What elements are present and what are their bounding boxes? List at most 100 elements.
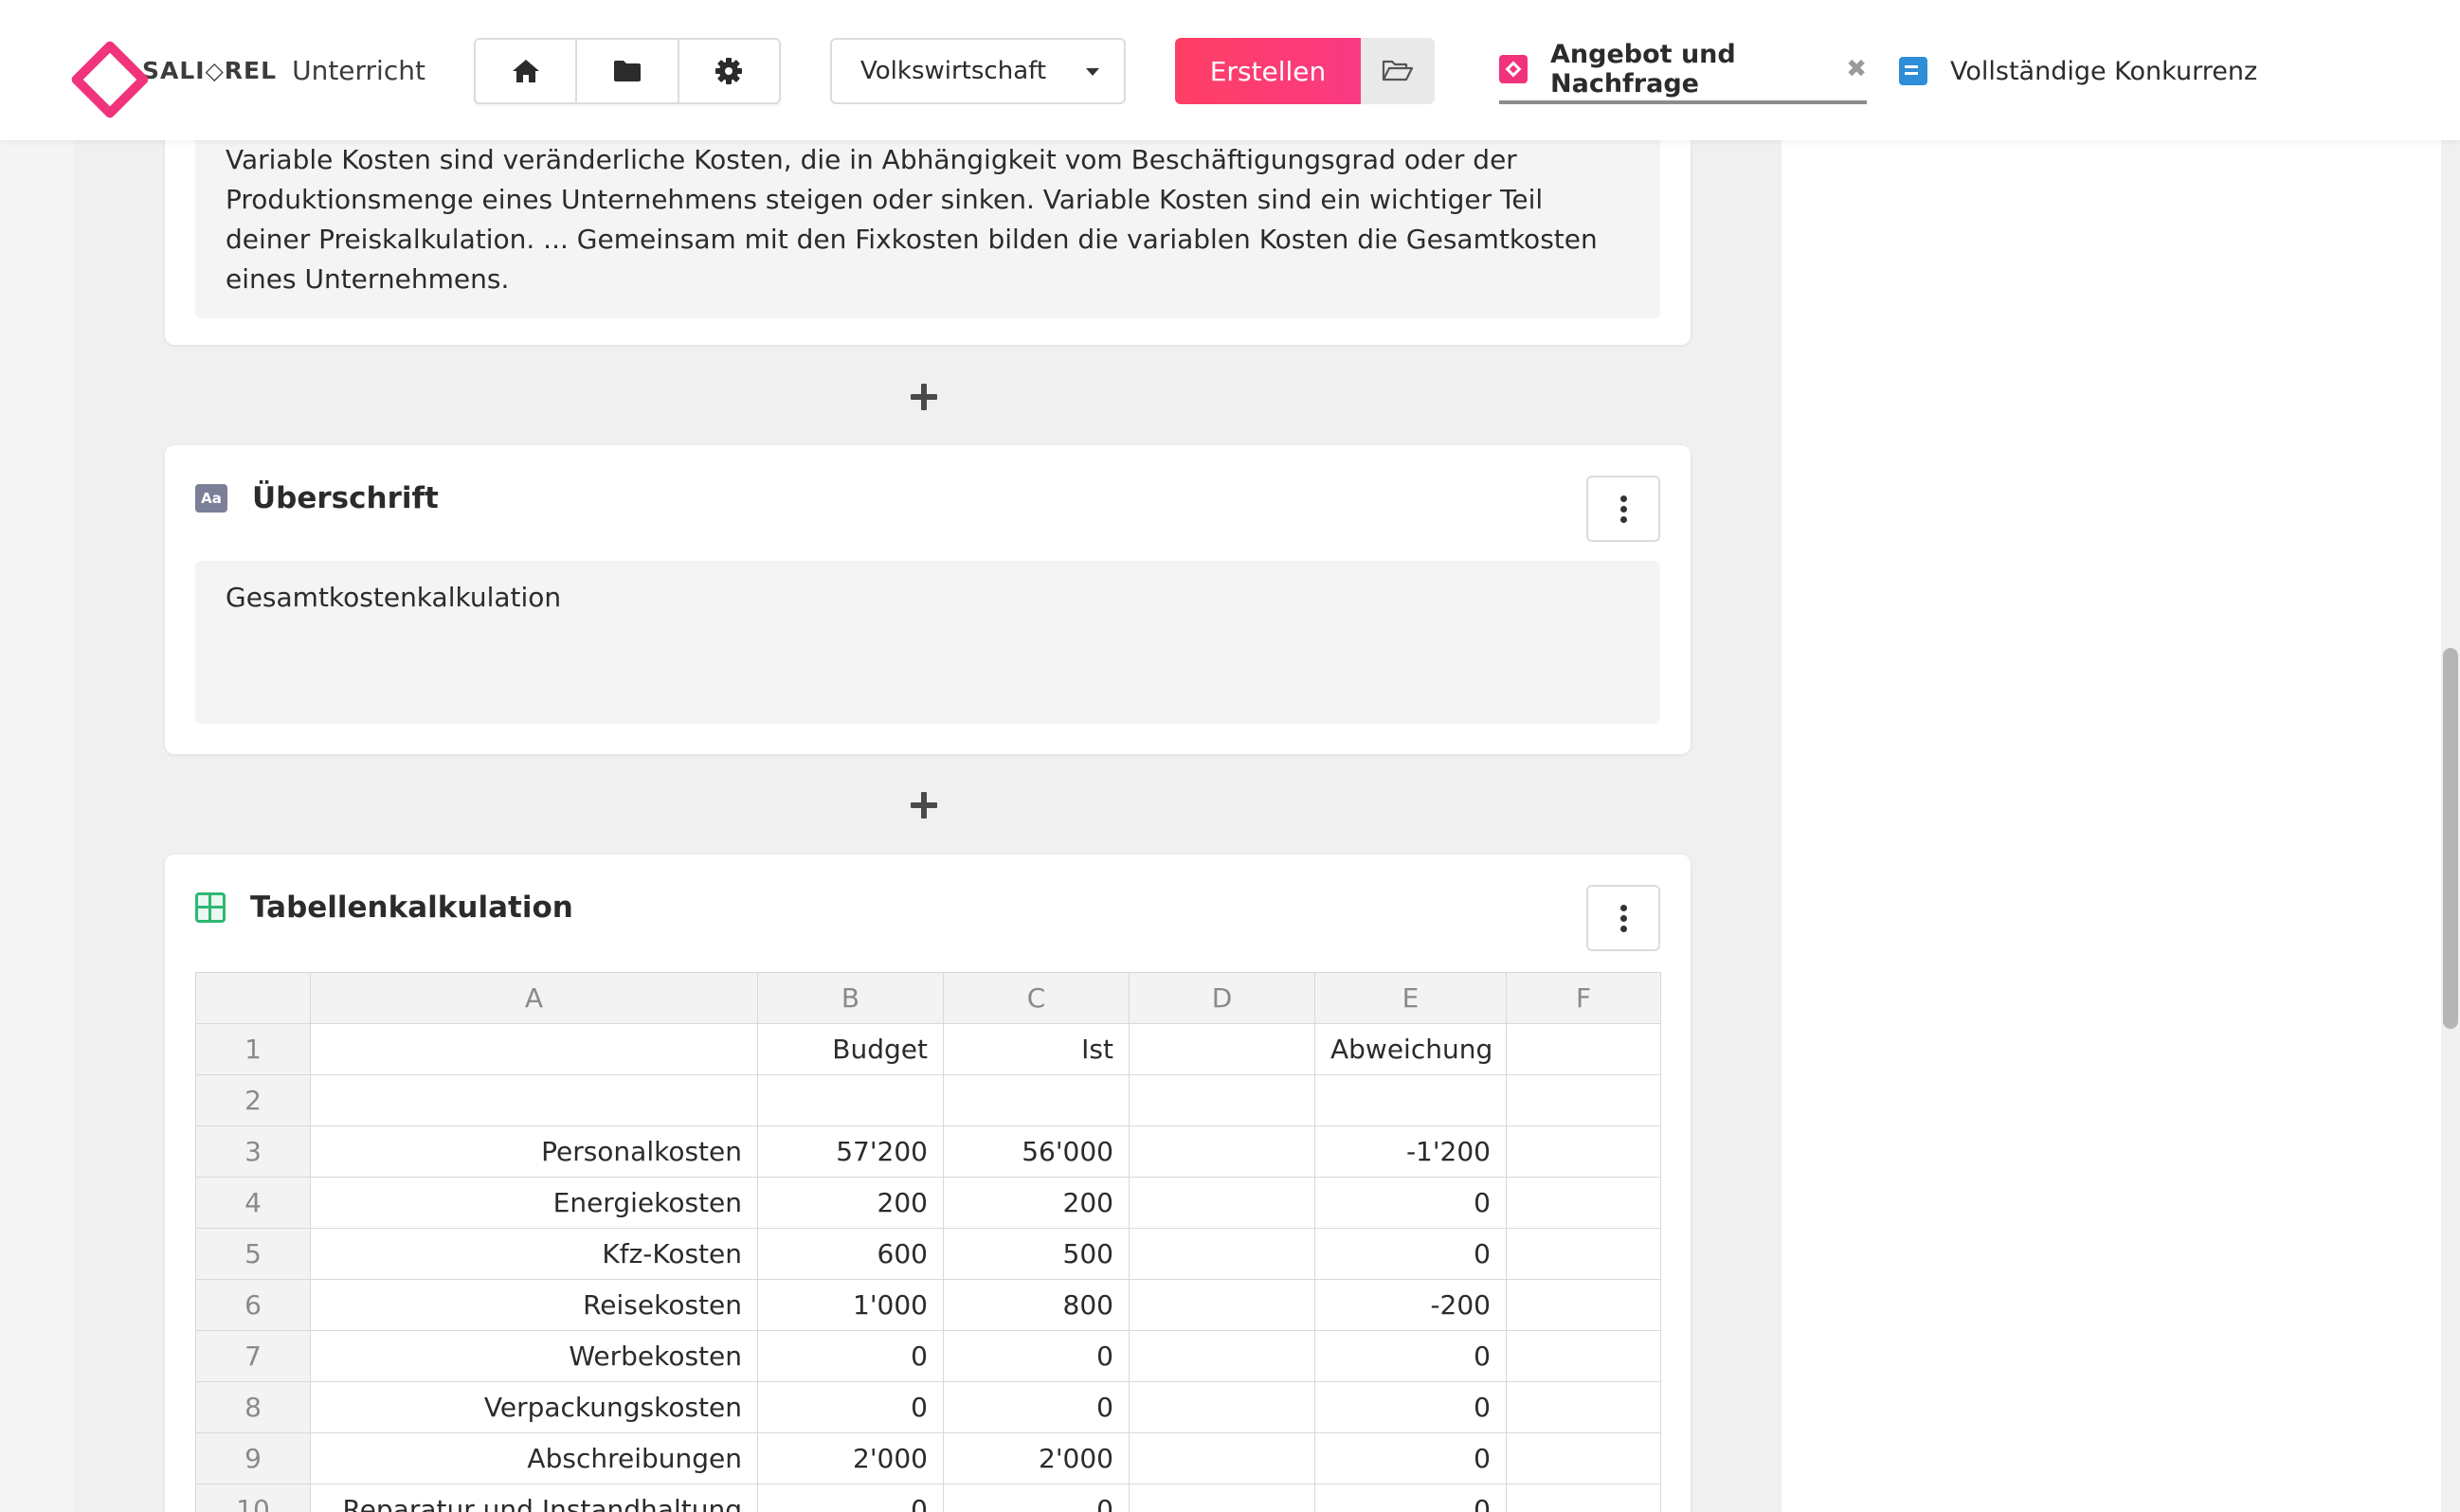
cell-b[interactable] [757, 1074, 944, 1126]
cell-a[interactable]: Werbekosten [310, 1330, 758, 1382]
cell-a[interactable]: Personalkosten [310, 1125, 758, 1178]
cell-a[interactable]: Energiekosten [310, 1177, 758, 1229]
cell-f[interactable] [1506, 1484, 1661, 1512]
folder-open-icon [1382, 60, 1414, 81]
cell-b[interactable]: Budget [757, 1023, 944, 1075]
cell-b[interactable]: 2'000 [757, 1432, 944, 1485]
scrollbar-thumb[interactable] [2443, 648, 2458, 1029]
cell-d[interactable] [1129, 1381, 1315, 1433]
logo[interactable]: SALI◇REL Unterricht [74, 44, 425, 97]
cell-c[interactable]: 56'000 [943, 1125, 1130, 1178]
more-options-button[interactable] [1586, 885, 1660, 951]
close-icon[interactable]: ✖ [1846, 55, 1867, 83]
text-block-body[interactable]: Variable Kosten sind veränderliche Koste… [195, 131, 1660, 318]
cell-c[interactable]: 0 [943, 1330, 1130, 1382]
cell-d[interactable] [1129, 1279, 1315, 1331]
cell-a[interactable] [310, 1074, 758, 1126]
add-block-plus-icon[interactable] [908, 789, 940, 821]
home-button[interactable] [476, 40, 578, 102]
column-header-d[interactable]: D [1129, 972, 1315, 1024]
column-header-f[interactable]: F [1506, 972, 1661, 1024]
row-header[interactable]: 3 [195, 1125, 311, 1178]
cell-e[interactable]: -1'200 [1314, 1125, 1507, 1178]
column-header-c[interactable]: C [943, 972, 1130, 1024]
cell-e[interactable]: 0 [1314, 1330, 1507, 1382]
heading-input[interactable]: Gesamtkostenkalkulation [195, 561, 1660, 724]
add-block-plus-icon[interactable] [908, 381, 940, 413]
cell-d[interactable] [1129, 1177, 1315, 1229]
more-options-button[interactable] [1586, 476, 1660, 542]
folder-button[interactable] [577, 40, 679, 102]
cell-b[interactable]: 0 [757, 1330, 944, 1382]
cell-d[interactable] [1129, 1330, 1315, 1382]
row-header[interactable]: 9 [195, 1432, 311, 1485]
cell-a[interactable]: Reisekosten [310, 1279, 758, 1331]
cell-b[interactable]: 0 [757, 1381, 944, 1433]
cell-c[interactable]: 200 [943, 1177, 1130, 1229]
column-header-b[interactable]: B [757, 972, 944, 1024]
create-button[interactable]: Erstellen [1175, 38, 1361, 104]
tab-angebot-und-nachfrage[interactable]: Angebot und Nachfrage ✖ [1499, 38, 1867, 104]
row-header[interactable]: 8 [195, 1381, 311, 1433]
cell-e[interactable]: 0 [1314, 1228, 1507, 1280]
cell-f[interactable] [1506, 1074, 1661, 1126]
top-bar: SALI◇REL Unterricht Volkswirtschaft Erst… [0, 0, 2460, 140]
cell-f[interactable] [1506, 1381, 1661, 1433]
cell-c[interactable]: 2'000 [943, 1432, 1130, 1485]
cell-c[interactable] [943, 1074, 1130, 1126]
cell-e[interactable]: Abweichung [1314, 1023, 1507, 1075]
cell-b[interactable]: 0 [757, 1484, 944, 1512]
cell-b[interactable]: 200 [757, 1177, 944, 1229]
cell-e[interactable]: 0 [1314, 1381, 1507, 1433]
cell-f[interactable] [1506, 1125, 1661, 1178]
tab-vollstaendige-konkurrenz[interactable]: Vollständige Konkurrenz [1899, 38, 2257, 104]
column-header-a[interactable]: A [310, 972, 758, 1024]
cell-a[interactable] [310, 1023, 758, 1075]
left-gutter [0, 140, 74, 1512]
cell-d[interactable] [1129, 1074, 1315, 1126]
cell-e[interactable]: 0 [1314, 1484, 1507, 1512]
cell-f[interactable] [1506, 1330, 1661, 1382]
cell-c[interactable]: 0 [943, 1381, 1130, 1433]
row-header[interactable]: 1 [195, 1023, 311, 1075]
cell-f[interactable] [1506, 1279, 1661, 1331]
cell-b[interactable]: 600 [757, 1228, 944, 1280]
cell-f[interactable] [1506, 1023, 1661, 1075]
corner-cell[interactable] [195, 972, 311, 1024]
settings-button[interactable] [679, 40, 779, 102]
cell-e[interactable] [1314, 1074, 1507, 1126]
cell-a[interactable]: Kfz-Kosten [310, 1228, 758, 1280]
cell-d[interactable] [1129, 1125, 1315, 1178]
cell-d[interactable] [1129, 1484, 1315, 1512]
column-header-e[interactable]: E [1314, 972, 1507, 1024]
cell-c[interactable]: Ist [943, 1023, 1130, 1075]
row-header[interactable]: 6 [195, 1279, 311, 1331]
table-row: 6 Reisekosten 1'000 800 -200 [195, 1279, 1661, 1331]
cell-a[interactable]: Verpackungskosten [310, 1381, 758, 1433]
row-header[interactable]: 7 [195, 1330, 311, 1382]
cell-c[interactable]: 800 [943, 1279, 1130, 1331]
cell-e[interactable]: -200 [1314, 1279, 1507, 1331]
cell-e[interactable]: 0 [1314, 1432, 1507, 1485]
row-header[interactable]: 2 [195, 1074, 311, 1126]
cell-f[interactable] [1506, 1177, 1661, 1229]
cell-d[interactable] [1129, 1228, 1315, 1280]
row-header[interactable]: 10 [195, 1484, 311, 1512]
open-folder-button[interactable] [1361, 38, 1435, 104]
row-header[interactable]: 5 [195, 1228, 311, 1280]
cell-a[interactable]: Abschreibungen [310, 1432, 758, 1485]
cell-f[interactable] [1506, 1432, 1661, 1485]
gear-icon [715, 58, 743, 84]
cell-f[interactable] [1506, 1228, 1661, 1280]
subject-select[interactable]: Volkswirtschaft [830, 38, 1126, 104]
cell-d[interactable] [1129, 1432, 1315, 1485]
cell-b[interactable]: 1'000 [757, 1279, 944, 1331]
cell-c[interactable]: 0 [943, 1484, 1130, 1512]
cell-c[interactable]: 500 [943, 1228, 1130, 1280]
cell-b[interactable]: 57'200 [757, 1125, 944, 1178]
row-header[interactable]: 4 [195, 1177, 311, 1229]
cell-e[interactable]: 0 [1314, 1177, 1507, 1229]
cell-d[interactable] [1129, 1023, 1315, 1075]
cell-a[interactable]: Reparatur und Instandhaltung [310, 1484, 758, 1512]
logo-diamond-icon [74, 44, 127, 97]
